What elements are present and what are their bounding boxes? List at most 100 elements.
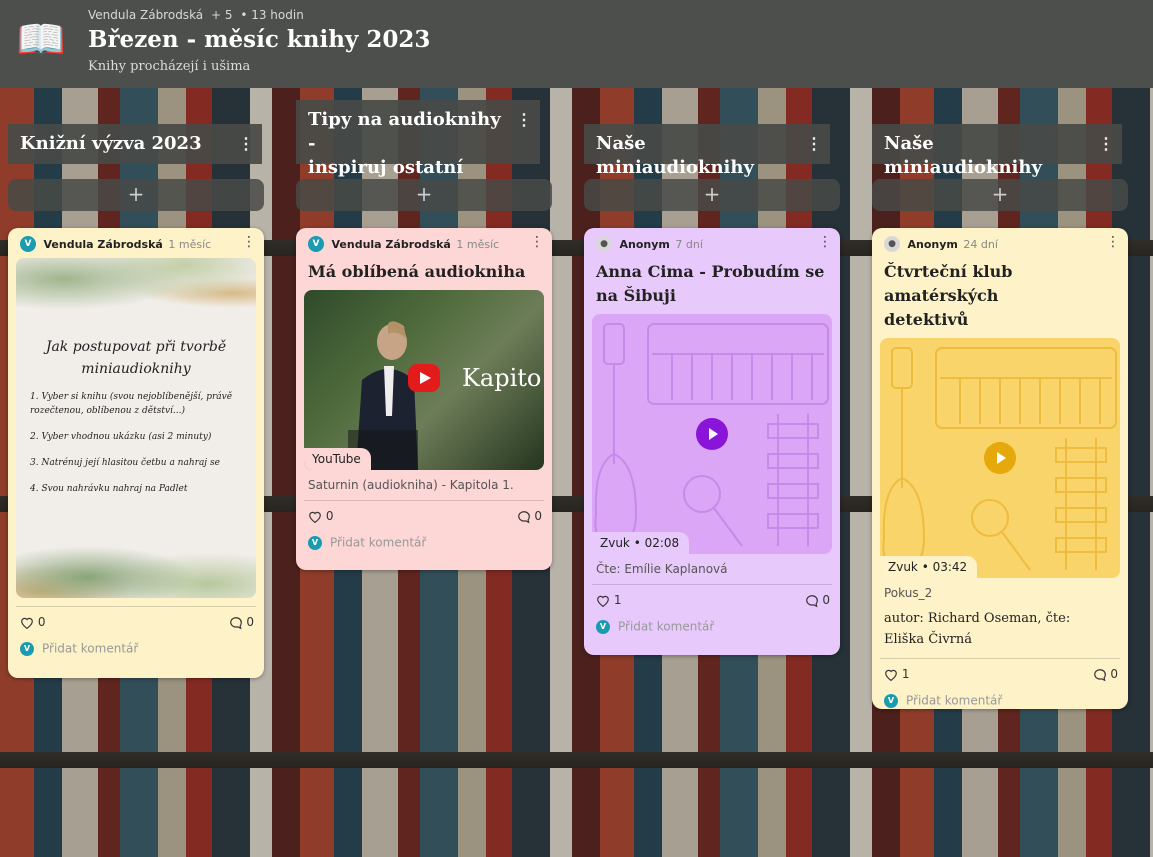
audio-duration: 02:08 <box>644 536 680 550</box>
avatar[interactable]: V <box>308 236 324 252</box>
column-header-4: Naše miniaudioknihy ⋮ <box>872 124 1122 178</box>
post-author: Anonym <box>619 237 670 251</box>
comment-button[interactable]: 0 <box>517 509 542 524</box>
post-title: Má oblíbená audiokniha <box>308 262 526 281</box>
heart-icon <box>597 595 609 608</box>
add-post-button[interactable]: + <box>584 179 840 211</box>
play-video-icon[interactable] <box>408 364 440 392</box>
post-card[interactable]: ● Anonym 24 dní ⋮ Čtvrteční klub amatérs… <box>872 228 1128 709</box>
like-button[interactable]: 1 <box>596 593 621 608</box>
anonymous-avatar-icon: ● <box>596 236 612 252</box>
image-heading-line2: miniaudioknihy <box>81 361 191 377</box>
add-post-button[interactable]: + <box>8 179 264 211</box>
avatar: V <box>596 619 610 634</box>
more-options-icon[interactable]: ⋮ <box>242 234 256 250</box>
add-comment-input[interactable]: Přidat komentář <box>330 536 426 550</box>
more-options-icon[interactable]: ⋮ <box>806 132 822 156</box>
comment-count: 0 <box>534 509 542 523</box>
post-author[interactable]: Vendula Zábrodská <box>44 238 163 251</box>
comment-count: 0 <box>1110 667 1118 681</box>
attachment-caption[interactable]: Pokus_2 <box>872 578 1128 600</box>
post-card[interactable]: V Vendula Zábrodská 1 měsíc ⋮ Má oblíben… <box>296 228 552 570</box>
more-options-icon[interactable]: ⋮ <box>818 234 832 250</box>
add-comment-input[interactable]: Přidat komentář <box>906 694 1002 708</box>
attachment-caption[interactable]: Saturnin (audiokniha) - Kapitola 1. <box>296 470 552 492</box>
board-title: Březen - měsíc knihy 2023 <box>88 26 431 53</box>
more-options-icon[interactable]: ⋮ <box>530 234 544 250</box>
column-title-line1: Tipy na audioknihy - <box>308 109 501 154</box>
more-options-icon[interactable]: ⋮ <box>516 108 532 132</box>
post-actions: 0 0 <box>296 501 552 531</box>
like-count: 0 <box>37 615 46 629</box>
post-header: V Vendula Zábrodská 1 měsíc ⋮ <box>296 228 552 258</box>
media-source-label: Zvuk • 03:42 <box>880 556 978 578</box>
more-options-icon[interactable]: ⋮ <box>238 132 254 156</box>
avatar[interactable]: V <box>20 236 36 252</box>
heart-icon <box>21 617 33 630</box>
more-options-icon[interactable]: ⋮ <box>1106 234 1120 250</box>
post-body: autor: Richard Oseman, čte: Eliška Čivrn… <box>872 600 1128 650</box>
image-heading: Jak postupovat při tvorbě miniaudioknihy <box>26 336 246 380</box>
post-title-line2: detektivů <box>884 310 969 329</box>
post-card[interactable]: ● Anonym 7 dní ⋮ Anna Cima - Probudím se… <box>584 228 840 655</box>
attachment-image[interactable]: Jak postupovat při tvorbě miniaudioknihy… <box>16 258 256 598</box>
add-comment-row[interactable]: V Přidat komentář <box>296 531 552 561</box>
add-comment-row[interactable]: V Přidat komentář <box>872 689 1128 709</box>
like-count: 0 <box>325 509 334 523</box>
board-header: 📖 Vendula Zábrodská + 5 • 13 hodin Březe… <box>0 0 1153 88</box>
comment-icon <box>517 510 530 523</box>
post-title: Čtvrteční klub amatérských detektivů <box>872 258 1128 338</box>
comment-count: 0 <box>246 615 254 629</box>
audio-player[interactable]: Zvuk • 02:08 <box>592 314 832 554</box>
comment-button[interactable]: 0 <box>229 615 254 630</box>
post-header: V Vendula Zábrodská 1 měsíc ⋮ <box>8 228 264 258</box>
post-author[interactable]: Vendula Zábrodská <box>332 238 451 251</box>
add-post-button[interactable]: + <box>872 179 1128 211</box>
media-type: Zvuk <box>888 560 918 574</box>
add-comment-input[interactable]: Přidat komentář <box>618 620 714 634</box>
post-card[interactable]: V Vendula Zábrodská 1 měsíc ⋮ Jak postup… <box>8 228 264 678</box>
like-button[interactable]: 0 <box>20 615 46 630</box>
board-author[interactable]: Vendula Zábrodská <box>88 8 203 22</box>
add-comment-row[interactable]: V Přidat komentář <box>8 637 264 667</box>
post-actions: 1 0 <box>584 585 840 615</box>
comment-icon <box>805 594 818 607</box>
column-title: Naše miniaudioknihy <box>884 133 1042 178</box>
comment-count: 0 <box>822 593 830 607</box>
play-audio-icon[interactable] <box>696 418 728 450</box>
comment-button[interactable]: 0 <box>1093 667 1118 682</box>
post-time: 7 dní <box>675 237 703 251</box>
board-time: • 13 hodin <box>240 8 304 22</box>
attachment-caption[interactable]: Čte: Emílie Kaplanová <box>584 554 840 576</box>
media-source-label: Zvuk • 02:08 <box>592 532 690 554</box>
column-title-line2: inspiruj ostatní <box>308 157 464 178</box>
add-comment-input[interactable]: Přidat komentář <box>42 642 138 656</box>
post-time: 1 měsíc <box>168 237 212 251</box>
contributors-count[interactable]: + 5 <box>211 8 233 22</box>
comment-button[interactable]: 0 <box>805 593 830 608</box>
avatar: V <box>884 693 898 708</box>
audio-player[interactable]: Zvuk • 03:42 <box>880 338 1120 578</box>
comment-icon <box>1093 668 1106 681</box>
youtube-video-thumbnail[interactable]: Kapito YouTube <box>304 290 544 470</box>
post-body-line2: Eliška Čivrná <box>884 632 973 647</box>
column-title: Naše miniaudioknihy <box>596 133 754 178</box>
post-actions: 0 0 <box>8 607 264 637</box>
more-options-icon[interactable]: ⋮ <box>1098 132 1114 156</box>
like-button[interactable]: 0 <box>308 509 334 524</box>
column-header-2: Tipy na audioknihy - inspiruj ostatní ⋮ <box>296 100 540 178</box>
post-title-line1: Čtvrteční klub amatérských <box>884 262 1013 305</box>
image-steps: 1. Vyber si knihu (svou nejoblíbenější, … <box>30 390 248 508</box>
image-step: 4. Svou nahrávku nahraj na Padlet <box>30 484 188 494</box>
leaves-decoration <box>16 258 256 328</box>
add-comment-row[interactable]: V Přidat komentář <box>584 615 840 645</box>
heart-icon <box>885 669 897 682</box>
add-post-button[interactable]: + <box>296 179 552 211</box>
board-subtitle: Knihy procházejí i ušima <box>88 59 251 74</box>
audio-duration: 03:42 <box>932 560 968 574</box>
image-step: 2. Vyber vhodnou ukázku (asi 2 minuty) <box>30 432 212 442</box>
heart-icon <box>309 511 321 524</box>
like-button[interactable]: 1 <box>884 667 909 682</box>
play-audio-icon[interactable] <box>984 442 1016 474</box>
video-overlay-text: Kapito <box>462 364 542 392</box>
